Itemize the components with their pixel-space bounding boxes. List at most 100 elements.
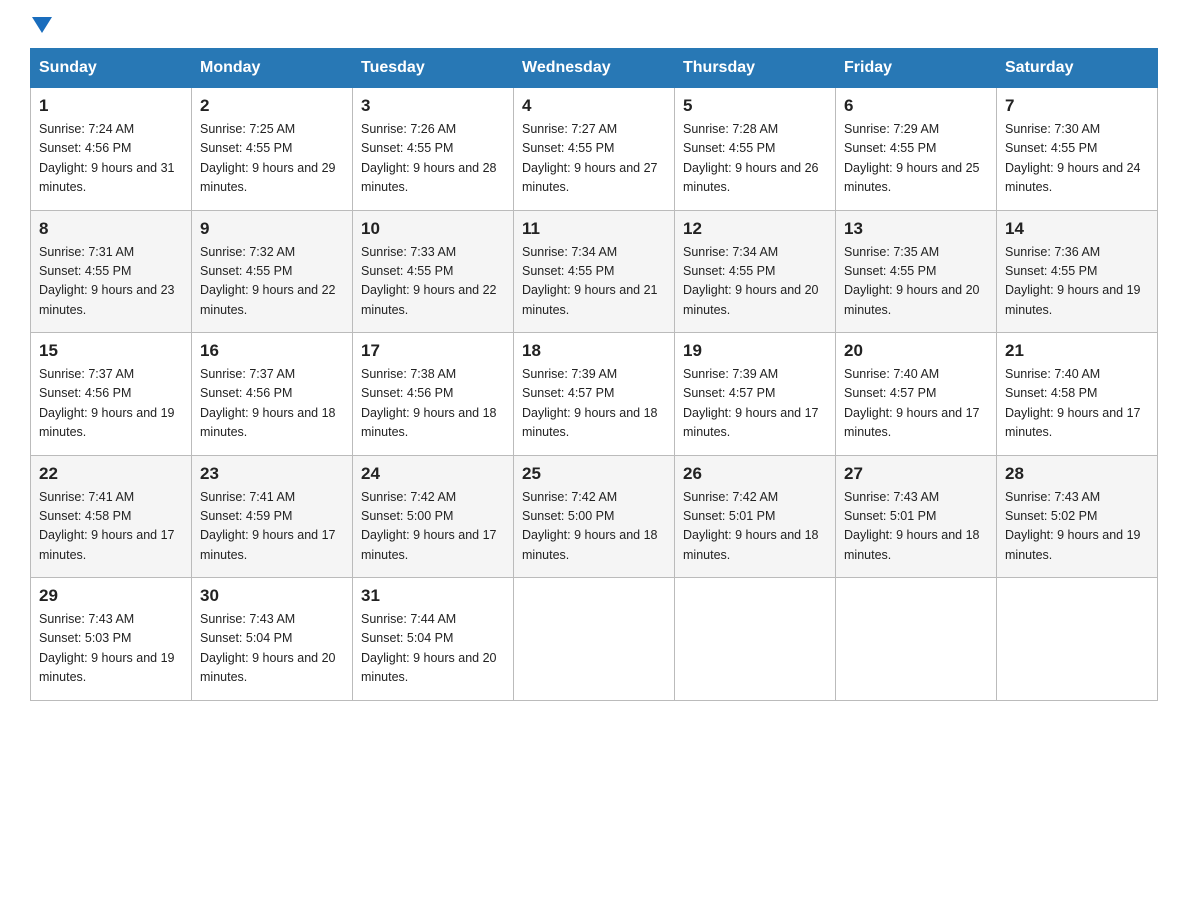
day-info: Sunrise: 7:41 AMSunset: 4:59 PMDaylight:… <box>200 488 344 566</box>
day-info: Sunrise: 7:32 AMSunset: 4:55 PMDaylight:… <box>200 243 344 321</box>
calendar-cell: 8 Sunrise: 7:31 AMSunset: 4:55 PMDaylight… <box>31 210 192 333</box>
calendar-table: SundayMondayTuesdayWednesdayThursdayFrid… <box>30 48 1158 701</box>
weekday-header-tuesday: Tuesday <box>353 49 514 88</box>
logo <box>30 20 52 28</box>
day-number: 26 <box>683 464 827 484</box>
day-number: 18 <box>522 341 666 361</box>
calendar-cell: 15 Sunrise: 7:37 AMSunset: 4:56 PMDayligh… <box>31 333 192 456</box>
day-info: Sunrise: 7:43 AMSunset: 5:02 PMDaylight:… <box>1005 488 1149 566</box>
day-info: Sunrise: 7:39 AMSunset: 4:57 PMDaylight:… <box>683 365 827 443</box>
day-info: Sunrise: 7:43 AMSunset: 5:04 PMDaylight:… <box>200 610 344 688</box>
day-number: 15 <box>39 341 183 361</box>
calendar-cell <box>997 578 1158 701</box>
calendar-cell: 4 Sunrise: 7:27 AMSunset: 4:55 PMDaylight… <box>514 88 675 211</box>
day-info: Sunrise: 7:42 AMSunset: 5:01 PMDaylight:… <box>683 488 827 566</box>
day-info: Sunrise: 7:43 AMSunset: 5:03 PMDaylight:… <box>39 610 183 688</box>
day-number: 31 <box>361 586 505 606</box>
day-info: Sunrise: 7:25 AMSunset: 4:55 PMDaylight:… <box>200 120 344 198</box>
day-number: 27 <box>844 464 988 484</box>
day-number: 20 <box>844 341 988 361</box>
day-info: Sunrise: 7:35 AMSunset: 4:55 PMDaylight:… <box>844 243 988 321</box>
day-number: 19 <box>683 341 827 361</box>
day-info: Sunrise: 7:26 AMSunset: 4:55 PMDaylight:… <box>361 120 505 198</box>
day-info: Sunrise: 7:36 AMSunset: 4:55 PMDaylight:… <box>1005 243 1149 321</box>
calendar-cell: 21 Sunrise: 7:40 AMSunset: 4:58 PMDayligh… <box>997 333 1158 456</box>
day-info: Sunrise: 7:29 AMSunset: 4:55 PMDaylight:… <box>844 120 988 198</box>
calendar-cell: 1Sunrise: 7:24 AMSunset: 4:56 PMDaylight… <box>31 88 192 211</box>
day-number: 23 <box>200 464 344 484</box>
day-info: Sunrise: 7:42 AMSunset: 5:00 PMDaylight:… <box>361 488 505 566</box>
calendar-cell: 25Sunrise: 7:42 AMSunset: 5:00 PMDayligh… <box>514 455 675 578</box>
calendar-cell: 27Sunrise: 7:43 AMSunset: 5:01 PMDayligh… <box>836 455 997 578</box>
calendar-cell: 13Sunrise: 7:35 AMSunset: 4:55 PMDayligh… <box>836 210 997 333</box>
day-info: Sunrise: 7:37 AMSunset: 4:56 PMDaylight:… <box>39 365 183 443</box>
weekday-header-monday: Monday <box>192 49 353 88</box>
calendar-cell: 11 Sunrise: 7:34 AMSunset: 4:55 PMDayligh… <box>514 210 675 333</box>
day-number: 12 <box>683 219 827 239</box>
week-row-5: 29 Sunrise: 7:43 AMSunset: 5:03 PMDayligh… <box>31 578 1158 701</box>
calendar-cell: 3 Sunrise: 7:26 AMSunset: 4:55 PMDaylight… <box>353 88 514 211</box>
day-info: Sunrise: 7:37 AMSunset: 4:56 PMDaylight:… <box>200 365 344 443</box>
calendar-cell <box>675 578 836 701</box>
calendar-cell: 7 Sunrise: 7:30 AMSunset: 4:55 PMDaylight… <box>997 88 1158 211</box>
day-number: 30 <box>200 586 344 606</box>
calendar-cell: 17 Sunrise: 7:38 AMSunset: 4:56 PMDayligh… <box>353 333 514 456</box>
day-info: Sunrise: 7:31 AMSunset: 4:55 PMDaylight:… <box>39 243 183 321</box>
day-info: Sunrise: 7:40 AMSunset: 4:58 PMDaylight:… <box>1005 365 1149 443</box>
calendar-cell: 14 Sunrise: 7:36 AMSunset: 4:55 PMDayligh… <box>997 210 1158 333</box>
day-info: Sunrise: 7:39 AMSunset: 4:57 PMDaylight:… <box>522 365 666 443</box>
day-number: 14 <box>1005 219 1149 239</box>
calendar-cell: 5 Sunrise: 7:28 AMSunset: 4:55 PMDaylight… <box>675 88 836 211</box>
day-number: 2 <box>200 96 344 116</box>
week-row-1: 1Sunrise: 7:24 AMSunset: 4:56 PMDaylight… <box>31 88 1158 211</box>
week-row-4: 22 Sunrise: 7:41 AMSunset: 4:58 PMDayligh… <box>31 455 1158 578</box>
logo-triangle-icon <box>32 17 52 33</box>
weekday-header-row: SundayMondayTuesdayWednesdayThursdayFrid… <box>31 49 1158 88</box>
calendar-cell: 23 Sunrise: 7:41 AMSunset: 4:59 PMDayligh… <box>192 455 353 578</box>
weekday-header-friday: Friday <box>836 49 997 88</box>
day-info: Sunrise: 7:28 AMSunset: 4:55 PMDaylight:… <box>683 120 827 198</box>
calendar-cell: 20 Sunrise: 7:40 AMSunset: 4:57 PMDayligh… <box>836 333 997 456</box>
calendar-cell: 16 Sunrise: 7:37 AMSunset: 4:56 PMDayligh… <box>192 333 353 456</box>
day-info: Sunrise: 7:38 AMSunset: 4:56 PMDaylight:… <box>361 365 505 443</box>
day-info: Sunrise: 7:40 AMSunset: 4:57 PMDaylight:… <box>844 365 988 443</box>
day-number: 3 <box>361 96 505 116</box>
day-number: 7 <box>1005 96 1149 116</box>
day-number: 5 <box>683 96 827 116</box>
calendar-cell: 30 Sunrise: 7:43 AMSunset: 5:04 PMDayligh… <box>192 578 353 701</box>
day-info: Sunrise: 7:34 AMSunset: 4:55 PMDaylight:… <box>683 243 827 321</box>
day-number: 29 <box>39 586 183 606</box>
calendar-cell: 29 Sunrise: 7:43 AMSunset: 5:03 PMDayligh… <box>31 578 192 701</box>
day-number: 9 <box>200 219 344 239</box>
day-number: 24 <box>361 464 505 484</box>
calendar-cell: 28 Sunrise: 7:43 AMSunset: 5:02 PMDayligh… <box>997 455 1158 578</box>
day-info: Sunrise: 7:27 AMSunset: 4:55 PMDaylight:… <box>522 120 666 198</box>
calendar-cell: 2 Sunrise: 7:25 AMSunset: 4:55 PMDaylight… <box>192 88 353 211</box>
calendar-cell <box>836 578 997 701</box>
calendar-cell: 26 Sunrise: 7:42 AMSunset: 5:01 PMDayligh… <box>675 455 836 578</box>
day-number: 4 <box>522 96 666 116</box>
day-info: Sunrise: 7:41 AMSunset: 4:58 PMDaylight:… <box>39 488 183 566</box>
calendar-cell: 22 Sunrise: 7:41 AMSunset: 4:58 PMDayligh… <box>31 455 192 578</box>
day-number: 25 <box>522 464 666 484</box>
calendar-cell: 31Sunrise: 7:44 AMSunset: 5:04 PMDayligh… <box>353 578 514 701</box>
day-number: 16 <box>200 341 344 361</box>
day-number: 17 <box>361 341 505 361</box>
week-row-2: 8 Sunrise: 7:31 AMSunset: 4:55 PMDaylight… <box>31 210 1158 333</box>
weekday-header-saturday: Saturday <box>997 49 1158 88</box>
day-info: Sunrise: 7:30 AMSunset: 4:55 PMDaylight:… <box>1005 120 1149 198</box>
day-info: Sunrise: 7:34 AMSunset: 4:55 PMDaylight:… <box>522 243 666 321</box>
calendar-cell: 24 Sunrise: 7:42 AMSunset: 5:00 PMDayligh… <box>353 455 514 578</box>
day-number: 10 <box>361 219 505 239</box>
day-number: 21 <box>1005 341 1149 361</box>
page-header <box>30 20 1158 28</box>
calendar-cell: 9 Sunrise: 7:32 AMSunset: 4:55 PMDaylight… <box>192 210 353 333</box>
day-number: 11 <box>522 219 666 239</box>
calendar-cell: 18 Sunrise: 7:39 AMSunset: 4:57 PMDayligh… <box>514 333 675 456</box>
day-number: 8 <box>39 219 183 239</box>
day-number: 22 <box>39 464 183 484</box>
calendar-cell: 10Sunrise: 7:33 AMSunset: 4:55 PMDayligh… <box>353 210 514 333</box>
weekday-header-sunday: Sunday <box>31 49 192 88</box>
calendar-cell: 19 Sunrise: 7:39 AMSunset: 4:57 PMDayligh… <box>675 333 836 456</box>
day-number: 28 <box>1005 464 1149 484</box>
